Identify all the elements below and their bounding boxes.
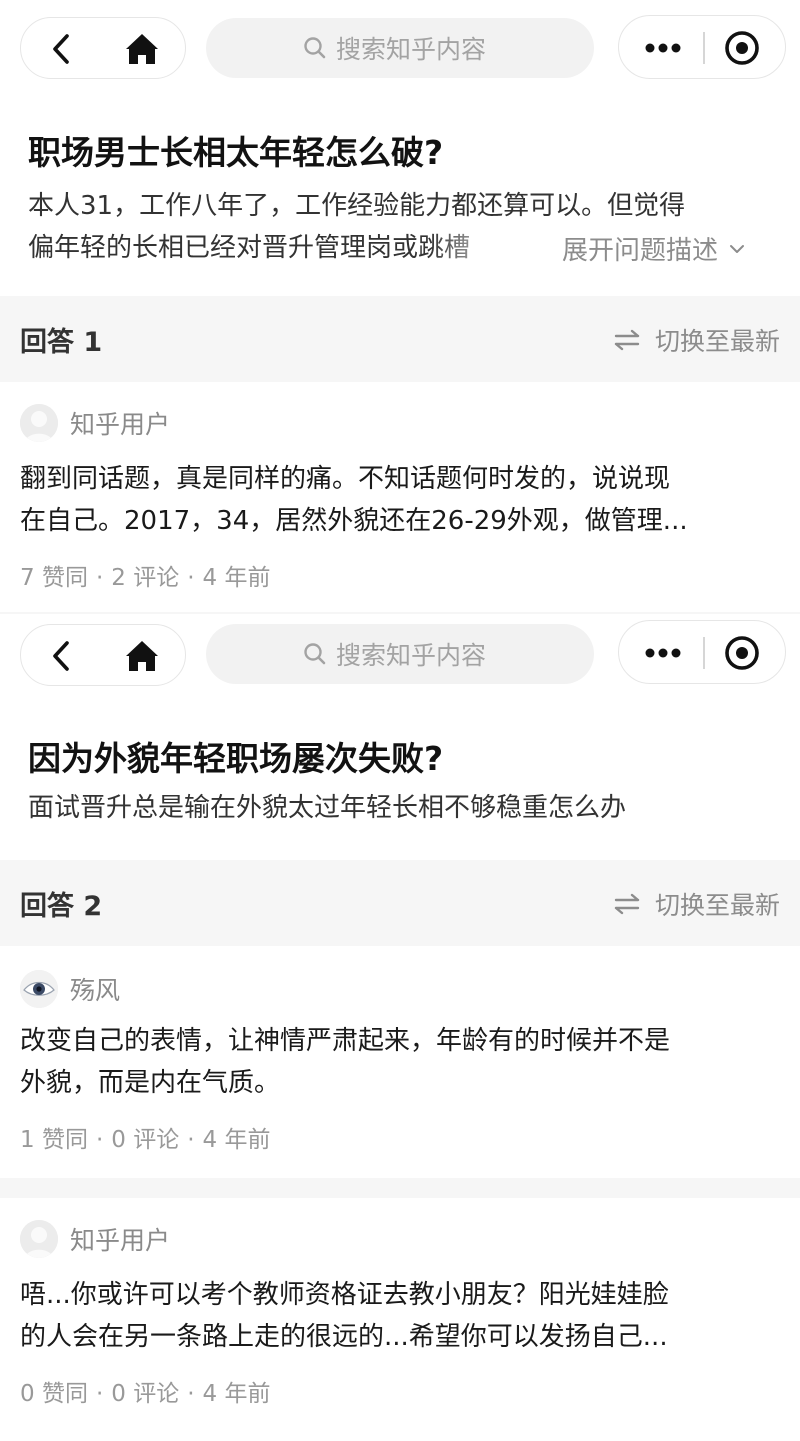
question-desc-line-2: 偏年轻的长相已经对晋升管理岗或跳槽 (28, 233, 471, 263)
answer-author[interactable]: 知乎用户 (20, 1220, 170, 1258)
answer-meta: 1 赞同 · 0 评论 · 4 年前 (20, 1127, 271, 1153)
switch-label: 切换至最新 (654, 891, 780, 920)
back-button[interactable] (39, 26, 85, 72)
target-icon (725, 31, 759, 65)
nav-divider (703, 637, 705, 669)
close-miniprogram-button[interactable] (719, 25, 765, 71)
answer-card[interactable]: 殇风 改变自己的表情，让神情严肃起来，年龄有的时候并不是 外貌，而是内在气质。 … (0, 946, 800, 1178)
author-name: 殇风 (70, 976, 121, 1005)
answer-author[interactable]: 知乎用户 (20, 404, 170, 442)
search-placeholder: 搜索知乎内容 (336, 35, 487, 64)
switch-sort-button[interactable]: 切换至最新 (613, 322, 780, 358)
search-icon (304, 643, 326, 665)
question-desc-line-1: 面试晋升总是输在外貌太过年轻长相不够稳重怎么办 (28, 793, 627, 823)
expand-description-button[interactable]: 展开问题描述 (562, 230, 746, 267)
answers-header: 回答 1 切换至最新 (0, 298, 800, 382)
nav-left-capsule (20, 17, 186, 79)
close-miniprogram-button[interactable] (719, 630, 765, 676)
author-name: 知乎用户 (70, 1226, 171, 1255)
search-inner: 搜索知乎内容 (302, 638, 486, 670)
comments-count: 2 评论 (111, 565, 180, 591)
default-avatar-icon (20, 404, 58, 442)
question-card: 因为外貌年轻职场屡次失败? 面试晋升总是输在外貌太过年轻长相不够稳重怎么办 (0, 700, 800, 860)
answer-card[interactable]: 知乎用户 唔...你或许可以考个教师资格证去教小朋友？阳光娃娃脸 的人会在另一条… (0, 1198, 800, 1441)
top-nav-bar: 搜索知乎内容 (0, 614, 800, 700)
answer-meta: 7 赞同 · 2 评论 · 4 年前 (20, 565, 271, 591)
chevron-down-icon (730, 244, 745, 253)
likes-count: 1 赞同 (20, 1127, 88, 1153)
more-icon (645, 43, 681, 53)
answer-time: 4 年前 (202, 1381, 271, 1407)
nav-right-capsule (618, 15, 786, 79)
nav-right-capsule (618, 620, 786, 684)
home-button[interactable] (119, 26, 165, 72)
answer-card[interactable]: 知乎用户 翻到同话题，真是同样的痛。不知话题何时发的，说说现 在自己。2017，… (0, 382, 800, 612)
comments-count: 0 评论 (111, 1381, 180, 1407)
home-button[interactable] (119, 633, 165, 679)
likes-count: 7 赞同 (20, 565, 88, 591)
answer-meta: 0 赞同 · 0 评论 · 4 年前 (20, 1381, 271, 1407)
answers-header: 回答 2 切换至最新 (0, 862, 800, 946)
search-bar[interactable]: 搜索知乎内容 (206, 18, 594, 78)
switch-label: 切换至最新 (654, 327, 780, 356)
answer-time: 4 年前 (202, 1127, 271, 1153)
answer-excerpt-line-2: 外貌，而是内在气质。 (20, 1068, 281, 1098)
home-icon (126, 34, 158, 64)
more-button[interactable] (637, 26, 689, 70)
home-icon (126, 641, 158, 671)
answer-excerpt-line-1: 翻到同话题，真是同样的痛。不知话题何时发的，说说现 (20, 464, 671, 494)
search-icon (304, 37, 326, 59)
answer-count: 回答 1 (20, 327, 103, 358)
answer-time: 4 年前 (202, 565, 271, 591)
switch-sort-button[interactable]: 切换至最新 (613, 886, 780, 922)
eye-avatar-icon (20, 970, 58, 1008)
search-inner: 搜索知乎内容 (302, 32, 486, 64)
comments-count: 0 评论 (111, 1127, 180, 1153)
target-icon (725, 636, 759, 670)
answer-excerpt-line-2: 的人会在另一条路上走的很远的...希望你可以发扬自己... (20, 1322, 668, 1352)
answer-excerpt-line-1: 唔...你或许可以考个教师资格证去教小朋友？阳光娃娃脸 (20, 1280, 669, 1310)
default-avatar-icon (20, 1220, 58, 1258)
swap-icon (614, 893, 640, 915)
expand-label: 展开问题描述 (562, 236, 719, 266)
swap-icon (614, 329, 640, 351)
author-name: 知乎用户 (70, 410, 171, 439)
likes-count: 0 赞同 (20, 1381, 88, 1407)
back-icon (53, 34, 69, 64)
search-placeholder: 搜索知乎内容 (336, 641, 487, 670)
answer-count: 回答 2 (20, 891, 103, 922)
desc-fade-overlay (430, 226, 540, 270)
more-icon (645, 648, 681, 658)
screenshot-1: 搜索知乎内容 职场男士长相太年轻怎么破? 本人31，工作八年了，工作经验能力都还… (0, 0, 800, 614)
screenshot-2: 搜索知乎内容 因为外貌年轻职场屡次失败? 面试晋升总是输在外貌太过年轻长相不够稳… (0, 614, 800, 1441)
question-card: 职场男士长相太年轻怎么破? 本人31，工作八年了，工作经验能力都还算可以。但觉得… (0, 92, 800, 296)
answer-excerpt-line-1: 改变自己的表情，让神情严肃起来，年龄有的时候并不是 (20, 1026, 671, 1056)
answer-author[interactable]: 殇风 (20, 970, 120, 1008)
nav-divider (703, 32, 705, 64)
top-nav-bar: 搜索知乎内容 (0, 0, 800, 92)
back-button[interactable] (39, 633, 85, 679)
search-bar[interactable]: 搜索知乎内容 (206, 624, 594, 684)
question-desc-line-1: 本人31，工作八年了，工作经验能力都还算可以。但觉得 (28, 191, 686, 221)
avatar (20, 970, 58, 1008)
avatar (20, 404, 58, 442)
more-button[interactable] (637, 631, 689, 675)
answer-excerpt-line-2: 在自己。2017，34，居然外貌还在26-29外观，做管理... (20, 506, 688, 536)
question-title[interactable]: 职场男士长相太年轻怎么破? (28, 126, 443, 174)
back-icon (53, 641, 69, 671)
question-title[interactable]: 因为外貌年轻职场屡次失败? (28, 732, 443, 780)
nav-left-capsule (20, 624, 186, 686)
avatar (20, 1220, 58, 1258)
